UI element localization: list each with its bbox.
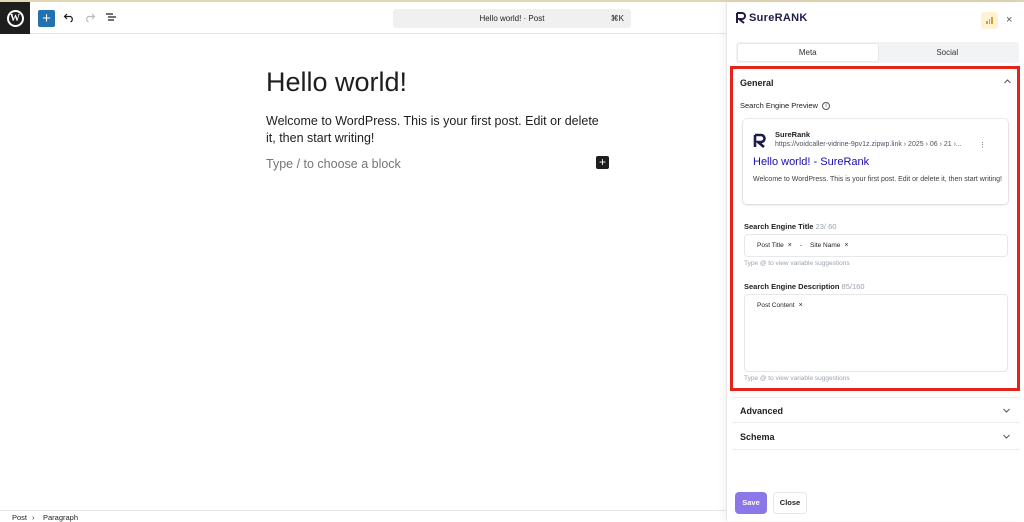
description-field-hint: Type @ to view variable suggestions bbox=[744, 375, 850, 382]
preview-site-name: SureRank bbox=[775, 130, 811, 139]
redo-icon[interactable] bbox=[83, 11, 97, 25]
search-engine-title-input[interactable]: Post Title × - Site Name × bbox=[744, 234, 1008, 257]
search-engine-description-input[interactable]: Post Content × bbox=[744, 294, 1008, 372]
chip-label: Site Name bbox=[810, 242, 841, 249]
block-breadcrumb: Post › Paragraph bbox=[0, 510, 726, 522]
seo-analysis-button[interactable] bbox=[981, 12, 998, 29]
search-engine-preview-label: Search Engine Preview i bbox=[740, 101, 831, 111]
block-placeholder[interactable]: Type / to choose a block bbox=[266, 157, 401, 171]
surerank-logo-icon bbox=[753, 133, 766, 148]
schema-section[interactable]: Schema bbox=[732, 424, 1020, 450]
document-overview-icon[interactable] bbox=[104, 11, 118, 25]
bar-chart-icon-bar bbox=[988, 19, 991, 24]
description-char-count: 85/160 bbox=[841, 282, 865, 291]
search-preview-card: SureRank https://voidcaller-vidrine-9pv1… bbox=[743, 119, 1008, 204]
preview-url: https://voidcaller-vidrine-9pv1z.zipwp.l… bbox=[775, 141, 962, 148]
post-paragraph[interactable]: Welcome to WordPress. This is your first… bbox=[266, 113, 601, 147]
editor-toolbar: W + Hello world! · Post ⌘K bbox=[0, 2, 726, 34]
tab-meta[interactable]: Meta bbox=[738, 44, 878, 61]
title-separator: - bbox=[800, 242, 803, 249]
close-panel-icon[interactable]: × bbox=[1006, 13, 1012, 27]
surerank-brand-name: SureRANK bbox=[749, 12, 808, 24]
close-button[interactable]: Close bbox=[773, 492, 807, 514]
description-label-text: Search Engine Description bbox=[744, 282, 840, 291]
wordpress-logo-button[interactable]: W bbox=[0, 2, 30, 34]
remove-chip-icon[interactable]: × bbox=[788, 242, 792, 249]
advanced-section[interactable]: Advanced bbox=[732, 397, 1020, 423]
variable-chip-post-title: Post Title × bbox=[757, 240, 792, 252]
search-engine-description-label: Search Engine Description 85/160 bbox=[744, 282, 865, 291]
undo-icon[interactable] bbox=[62, 11, 76, 25]
bar-chart-icon bbox=[986, 21, 988, 24]
tab-social[interactable]: Social bbox=[878, 44, 1018, 61]
chip-label: Post Content bbox=[757, 302, 795, 309]
remove-chip-icon[interactable]: × bbox=[799, 302, 803, 309]
command-palette-bar[interactable]: Hello world! · Post ⌘K bbox=[393, 9, 631, 28]
chip-label: Post Title bbox=[757, 242, 784, 249]
title-field-hint: Type @ to view variable suggestions bbox=[744, 260, 850, 267]
document-title: Hello world! · Post bbox=[479, 14, 545, 23]
preview-description: Welcome to WordPress. This is your first… bbox=[753, 176, 1002, 183]
remove-chip-icon[interactable]: × bbox=[844, 242, 848, 249]
chevron-down-icon bbox=[1002, 432, 1011, 443]
more-options-icon[interactable]: ⋮ bbox=[979, 141, 986, 149]
chevron-down-icon bbox=[1002, 406, 1011, 417]
keyboard-shortcut: ⌘K bbox=[610, 14, 624, 23]
post-title[interactable]: Hello world! bbox=[266, 67, 407, 98]
preview-title: Hello world! - SureRank bbox=[753, 156, 870, 168]
add-block-button[interactable]: + bbox=[38, 10, 55, 27]
bar-chart-icon-bar bbox=[991, 17, 993, 24]
surerank-logo-icon bbox=[736, 12, 746, 24]
advanced-section-title: Advanced bbox=[740, 406, 784, 416]
block-inserter-button[interactable]: + bbox=[596, 156, 609, 169]
title-label-text: Search Engine Title bbox=[744, 222, 814, 231]
general-section-title[interactable]: General bbox=[740, 78, 774, 88]
variable-chip-site-name: Site Name × bbox=[810, 240, 848, 252]
search-engine-title-label: Search Engine Title 23/ 60 bbox=[744, 222, 836, 231]
variable-chip-post-content: Post Content × bbox=[757, 300, 803, 312]
wordpress-icon: W bbox=[6, 9, 24, 27]
schema-section-title: Schema bbox=[740, 432, 775, 442]
title-char-count: 23/ 60 bbox=[815, 222, 837, 231]
info-icon[interactable]: i bbox=[822, 102, 831, 111]
preview-label-text: Search Engine Preview bbox=[740, 101, 818, 110]
save-button[interactable]: Save bbox=[735, 492, 767, 514]
surerank-brand: SureRANK bbox=[736, 12, 808, 24]
panel-tabs: Meta Social bbox=[736, 42, 1019, 63]
chevron-up-icon[interactable] bbox=[1003, 77, 1012, 88]
